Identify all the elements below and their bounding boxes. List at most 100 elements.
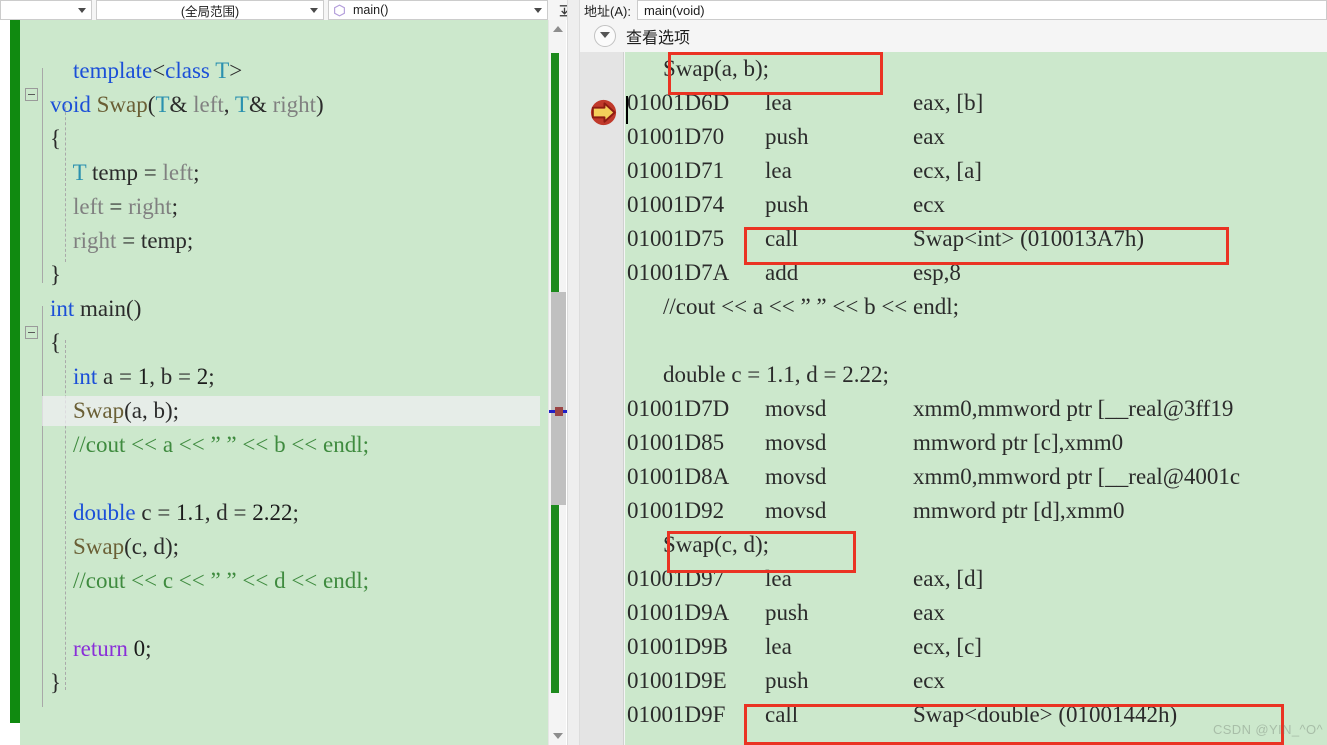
disassembly-gutter[interactable] <box>580 52 624 745</box>
scroll-down-button[interactable] <box>549 727 567 745</box>
disassembly-row[interactable]: 01001D9A push eax <box>625 596 1327 630</box>
instruction-address: 01001D71 <box>627 158 725 183</box>
code-line[interactable]: } <box>20 258 548 292</box>
instruction-mnemonic: push <box>765 600 809 625</box>
disassembly-row[interactable]: 01001D71 lea ecx, [a] <box>625 154 1327 188</box>
code-line[interactable] <box>20 20 548 54</box>
instruction-mnemonic: push <box>765 668 809 693</box>
disassembly-pane: 地址(A): main(void) 查看选项 Swap(a, b); 01001D… <box>580 0 1327 745</box>
triangle-down-icon <box>553 733 563 739</box>
code-token: = <box>143 160 163 185</box>
instruction-address: 01001D85 <box>627 430 725 455</box>
code-text-area[interactable]: template<class T> void Swap(T& left, T& r… <box>20 20 548 745</box>
disassembly-row[interactable]: 01001D97 lea eax, [d] <box>625 562 1327 596</box>
disassembly-row[interactable]: 01001D74 push ecx <box>625 188 1327 222</box>
disassembly-row[interactable]: 01001D6D lea eax, [b] <box>625 86 1327 120</box>
triangle-up-icon <box>553 26 563 32</box>
code-token: left <box>73 194 104 219</box>
source-line-text: //cout << a << ” ” << b << endl; <box>663 294 960 319</box>
disassembly-row[interactable]: 01001D85 movsd mmword ptr [c],xmm0 <box>625 426 1327 460</box>
editor-vertical-scrollbar[interactable] <box>548 20 567 745</box>
code-line[interactable]: int main() <box>20 292 548 326</box>
disassembly-source-row[interactable]: //cout << a << ” ” << b << endl; <box>625 290 1327 324</box>
code-line[interactable]: int a = 1, b = 2; <box>20 360 548 394</box>
code-line[interactable]: //cout << c << ” ” << d << endl; <box>20 564 548 598</box>
disassembly-source-row[interactable]: Swap(a, b); <box>625 52 1327 86</box>
view-options-bar[interactable]: 查看选项 <box>580 20 1327 52</box>
disassembly-row[interactable]: 01001D8A movsd xmm0,mmword ptr [__real@400… <box>625 460 1327 494</box>
instruction-mnemonic: call <box>765 702 799 727</box>
scrollbar-thumb[interactable] <box>551 292 566 505</box>
text-caret <box>626 96 628 124</box>
disassembly-text-area[interactable]: Swap(a, b); 01001D6D lea eax, [b] 01001D70 pu… <box>625 52 1327 745</box>
code-line[interactable]: { <box>20 326 548 360</box>
scope-combo-label: (全局范围) <box>180 4 240 19</box>
code-token: T <box>155 92 170 117</box>
code-token: ; <box>208 364 215 389</box>
panel-splitter[interactable] <box>567 0 580 745</box>
code-line[interactable]: void Swap(T& left, T& right) <box>20 88 548 122</box>
disassembly-row[interactable]: 01001D9B lea ecx, [c] <box>625 630 1327 664</box>
view-options-label: 查看选项 <box>626 30 691 47</box>
code-line[interactable]: T temp = left; <box>20 156 548 190</box>
instruction-operands: xmm0,mmword ptr [__real@4001c <box>913 464 1241 489</box>
code-line[interactable]: //cout << a << ” ” << b << endl; <box>20 428 548 462</box>
disassembly-row[interactable]: 01001D92 movsd mmword ptr [d],xmm0 <box>625 494 1327 528</box>
code-line[interactable] <box>20 462 548 496</box>
code-line[interactable]: right = temp; <box>20 224 548 258</box>
code-line[interactable]: Swap(a, b); <box>20 394 548 428</box>
instruction-address: 01001D7D <box>627 396 730 421</box>
disassembly-row[interactable]: 01001D7D movsd xmm0,mmword ptr [__real@3ff… <box>625 392 1327 426</box>
code-token: (a, b); <box>124 398 180 423</box>
fold-toggle[interactable] <box>25 88 38 101</box>
code-token: > <box>229 58 243 83</box>
code-token: , b = <box>149 364 197 389</box>
disassembly-row[interactable]: 01001D70 push eax <box>625 120 1327 154</box>
instruction-mnemonic: movsd <box>765 396 827 421</box>
code-token: } <box>50 670 62 695</box>
code-editor-pane[interactable]: template<class T> void Swap(T& left, T& r… <box>0 20 580 745</box>
code-line[interactable]: Swap(c, d); <box>20 530 548 564</box>
disassembly-row[interactable]: 01001D75 call Swap<int> (010013A7h) <box>625 222 1327 256</box>
disassembly-source-row[interactable]: double c = 1.1, d = 2.22; <box>625 358 1327 392</box>
address-input[interactable]: main(void) <box>636 0 1327 20</box>
code-line[interactable]: left = right; <box>20 190 548 224</box>
code-token: } <box>50 262 62 287</box>
code-line[interactable] <box>20 598 548 632</box>
disassembly-row[interactable]: 01001D9E push ecx <box>625 664 1327 698</box>
instruction-operands: ecx, [c] <box>913 634 982 659</box>
disassembly-source-row[interactable]: Swap(c, d); <box>625 528 1327 562</box>
code-token: class <box>165 58 210 83</box>
code-line[interactable]: template<class T> <box>20 54 548 88</box>
code-token: int <box>73 364 98 389</box>
project-combo[interactable] <box>0 0 92 20</box>
disassembly-row[interactable]: 01001D7A add esp,8 <box>625 256 1327 290</box>
instruction-mnemonic: push <box>765 192 809 217</box>
code-token: , d = <box>204 500 253 525</box>
source-line-text: Swap(c, d); <box>663 532 770 557</box>
scope-combo[interactable]: (全局范围) <box>96 0 324 20</box>
code-token: void <box>50 92 91 117</box>
code-line[interactable]: double c = 1.1, d = 2.22; <box>20 496 548 530</box>
disassembly-blank-row[interactable] <box>625 324 1327 358</box>
code-token: 1 <box>137 364 150 389</box>
fold-toggle[interactable] <box>25 326 38 339</box>
code-token: () <box>126 296 142 321</box>
code-token: //cout << a << ” ” << b << endl; <box>73 432 370 457</box>
code-line[interactable]: return 0; <box>20 632 548 666</box>
instruction-operands: eax, [b] <box>913 90 984 115</box>
scroll-up-button[interactable] <box>549 20 567 38</box>
code-token: main <box>80 296 127 321</box>
chevron-down-icon[interactable] <box>594 25 616 47</box>
code-token: T <box>215 58 230 83</box>
code-line[interactable]: } <box>20 666 548 700</box>
code-token: ; <box>292 500 299 525</box>
address-input-value: main(void) <box>643 2 705 18</box>
instruction-mnemonic: movsd <box>765 430 827 455</box>
member-combo[interactable]: main() <box>328 0 548 20</box>
code-line[interactable]: { <box>20 122 548 156</box>
